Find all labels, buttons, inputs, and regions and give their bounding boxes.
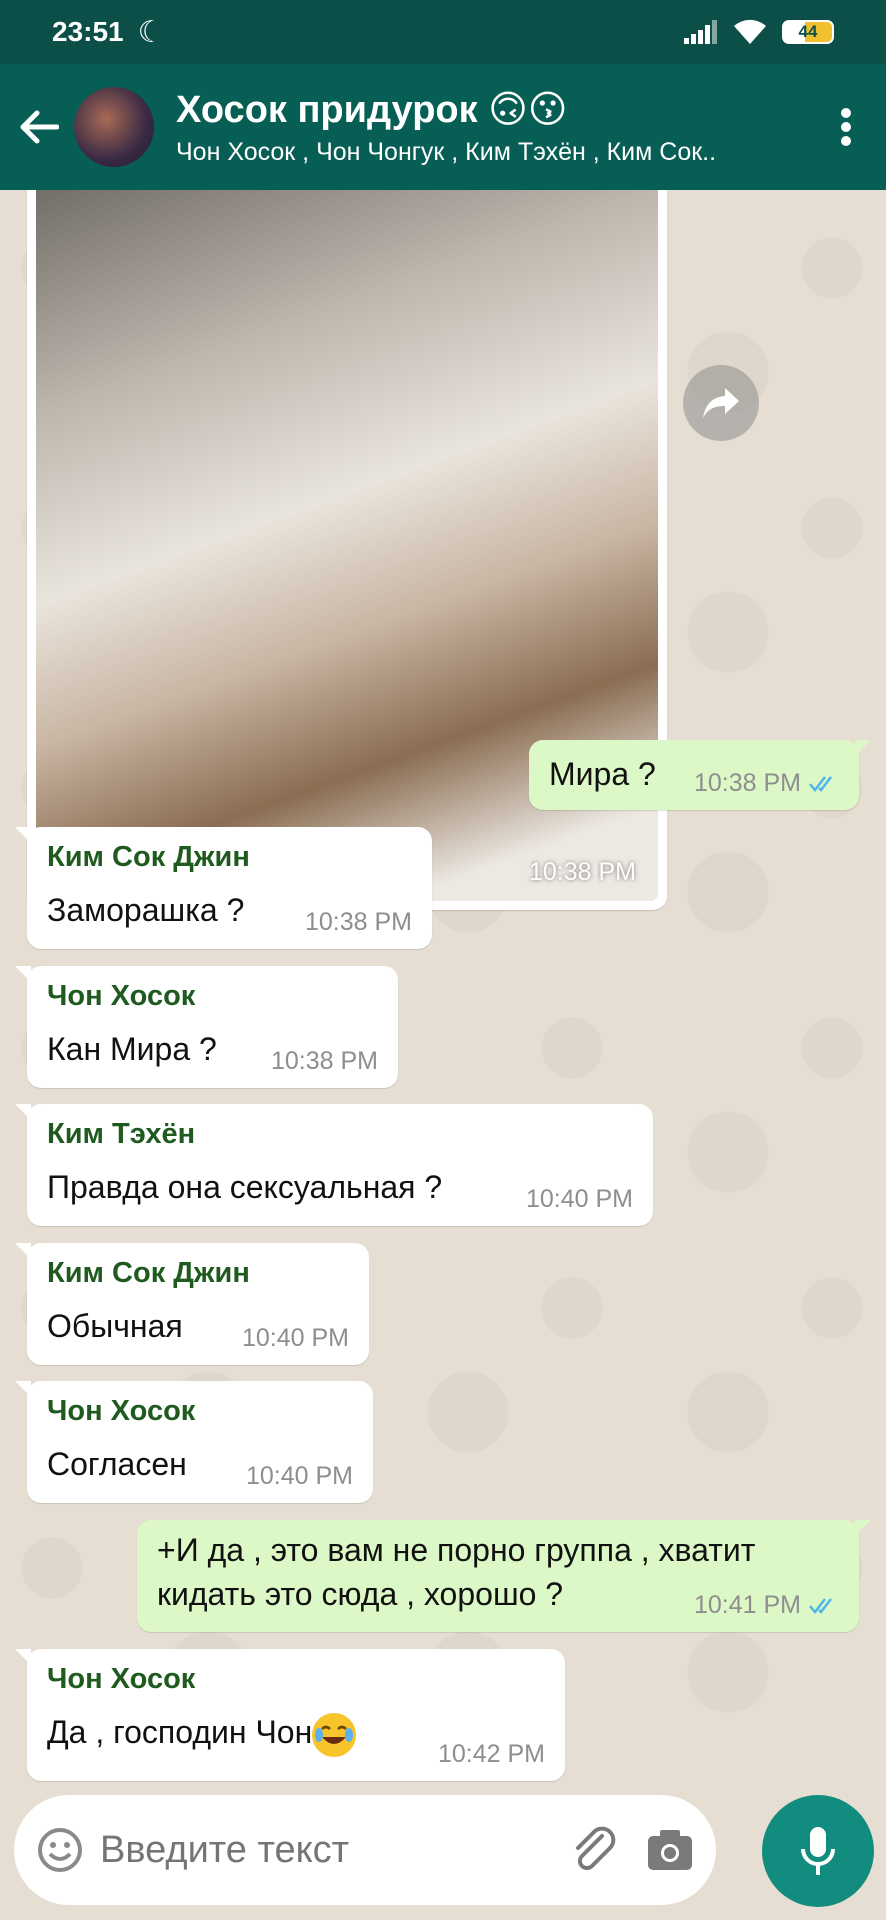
wifi-icon <box>734 19 766 44</box>
message-sender: Чон Хосок <box>47 1663 196 1695</box>
message-time: 10:38 PM <box>528 858 636 886</box>
bubble-tail <box>15 1381 31 1397</box>
message-text-line: +И да , это вам не порно группа , хватит <box>157 1532 756 1568</box>
bubble-tail <box>15 1649 31 1665</box>
incoming-message[interactable]: Чон Хосок Согласен 10:40 PM <box>15 1381 373 1503</box>
message-time: 10:40 PM <box>525 1185 633 1213</box>
forward-icon <box>703 388 739 418</box>
incoming-message[interactable]: Ким Тэхён Правда она сексуальная ? 10:40… <box>15 1104 653 1226</box>
laughing-emoji-icon <box>312 1712 357 1757</box>
compose-bar <box>0 1790 886 1920</box>
more-vert-icon <box>841 108 851 146</box>
back-button[interactable] <box>4 109 74 145</box>
message-input-container[interactable] <box>14 1795 716 1905</box>
bubble-tail <box>15 1243 31 1259</box>
bubble-tail <box>855 1520 871 1536</box>
chat-info[interactable]: Хосок придурок 🙃😗 Чон Хосок , Чон Чонгук… <box>176 87 816 167</box>
chat-participants: Чон Хосок , Чон Чонгук , Ким Тэхён , Ким… <box>176 138 717 166</box>
outgoing-message[interactable]: +И да , это вам не порно группа , хватит… <box>137 1520 871 1632</box>
more-options-button[interactable] <box>816 107 876 147</box>
double-check-icon <box>809 775 832 792</box>
message-sender: Ким Сок Джин <box>47 1257 250 1289</box>
chat-header: Хосок придурок 🙃😗 Чон Хосок , Чон Чонгук… <box>0 64 886 190</box>
incoming-message[interactable]: Ким Сок Джин Заморашка ? 10:38 PM <box>15 827 432 949</box>
status-bar: 23:51 ☾ 44 <box>0 0 886 64</box>
bubble-tail <box>15 827 31 843</box>
message-meta: 10:38 PM <box>694 769 839 798</box>
incoming-message[interactable]: Чон Хосок Кан Мира ? 10:38 PM <box>15 966 398 1088</box>
chat-title: Хосок придурок 🙃😗 <box>176 89 568 131</box>
message-time: 10:41 PM <box>693 1591 801 1619</box>
status-icons: 44 <box>684 18 834 46</box>
signal-icon <box>684 20 717 44</box>
message-time: 10:40 PM <box>241 1324 349 1352</box>
message-time: 10:38 PM <box>270 1047 378 1075</box>
incoming-message[interactable]: Ким Сок Джин Обычная 10:40 PM <box>15 1243 369 1365</box>
moon-icon: ☾ <box>137 15 165 49</box>
message-text: Мира ? <box>549 756 656 792</box>
bubble-tail <box>855 740 871 756</box>
battery-icon: 44 <box>782 20 834 44</box>
message-time: 10:42 PM <box>437 1740 545 1768</box>
arrow-left-icon <box>20 110 59 144</box>
message-time: 10:38 PM <box>304 908 412 936</box>
message-sender: Чон Хосок <box>47 980 196 1012</box>
message-time: 10:40 PM <box>245 1462 353 1490</box>
camera-icon[interactable] <box>646 1828 694 1872</box>
double-check-icon <box>809 1597 832 1614</box>
message-sender: Ким Тэхён <box>47 1118 196 1150</box>
microphone-icon <box>801 1827 835 1875</box>
incoming-message[interactable]: Чон Хосок Да , господин Чон 10:42 PM <box>15 1649 565 1781</box>
forward-button[interactable] <box>683 365 759 441</box>
message-time: 10:38 PM <box>693 769 801 797</box>
emoji-icon[interactable] <box>36 1826 84 1874</box>
status-time: 23:51 <box>52 16 124 47</box>
chat-area[interactable]: 10:38 PM Мира ? 10:38 PM Ким Сок Джин За… <box>0 190 886 1790</box>
message-meta: 10:41 PM <box>694 1591 839 1620</box>
attach-icon[interactable] <box>568 1824 620 1876</box>
group-avatar[interactable] <box>74 87 154 167</box>
message-text: Да , господин Чон <box>47 1714 313 1750</box>
outgoing-message[interactable]: Мира ? 10:38 PM <box>529 740 871 810</box>
message-sender: Чон Хосок <box>47 1395 196 1427</box>
message-input[interactable] <box>100 1828 568 1872</box>
bubble-tail <box>15 966 31 982</box>
bubble-tail <box>15 1104 31 1120</box>
message-sender: Ким Сок Джин <box>47 841 250 873</box>
voice-record-button[interactable] <box>762 1795 874 1907</box>
